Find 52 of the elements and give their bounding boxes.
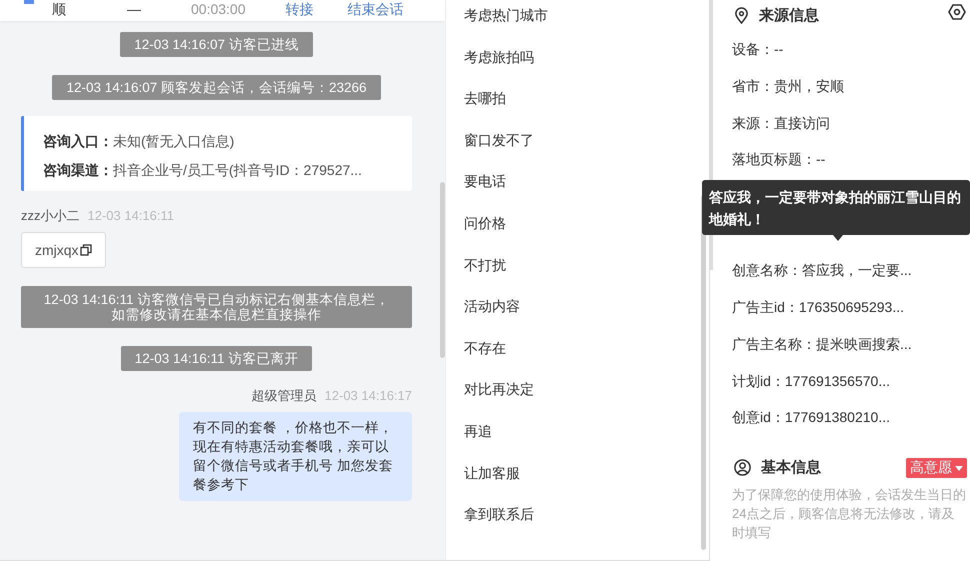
message-time: 12-03 14:16:11 <box>88 208 174 223</box>
caret-icon <box>955 466 963 471</box>
quick-reply-item[interactable]: 让加客服 <box>464 462 709 504</box>
quick-reply-item[interactable]: 活动内容 <box>464 296 709 338</box>
header-action-link[interactable]: 结束会话 <box>348 0 404 19</box>
info-value: 未知(暂无入口信息) <box>113 133 234 149</box>
agent-name: 顺 <box>52 0 66 19</box>
quick-reply-item[interactable]: 不打扰 <box>464 254 709 296</box>
source-info-row-text: 广告主名称：提米映画搜索... <box>732 334 913 354</box>
status-text: — <box>127 0 141 19</box>
quick-reply-item[interactable]: 考虑热门城市 <box>464 5 709 47</box>
message-time: 12-03 14:16:17 <box>324 388 412 403</box>
quick-reply-item[interactable]: 考虑旅拍吗 <box>464 46 709 88</box>
source-info-row-text: 设备：-- <box>732 40 784 59</box>
source-info-row-text: 创意名称：答应我，一定要... <box>732 261 913 280</box>
header-action-link[interactable]: 转接 <box>286 0 314 19</box>
scrollbar-thumb[interactable] <box>440 182 445 358</box>
notice-text: 为了保障您的使用体验，会话发生当日的24点之后，顾客信息将无法修改，请及时填写 <box>732 486 967 542</box>
quick-reply-item[interactable]: 去哪拍 <box>464 88 709 130</box>
info-value: 抖音企业号/员工号(抖音号ID：279527... <box>113 162 362 178</box>
quick-reply-item[interactable]: 对比再决定 <box>464 379 709 421</box>
system-message: 12-03 14:16:11 访客已离开 <box>120 346 312 371</box>
source-info-row-text: 省市：贵州，安顺 <box>732 76 845 96</box>
intent-tag-dropdown[interactable]: 高意愿 <box>906 458 967 478</box>
settings-icon[interactable] <box>948 3 966 21</box>
source-info-row-text: 落地页标题：-- <box>732 150 826 170</box>
quick-reply-item[interactable]: 再追 <box>464 420 709 463</box>
quick-reply-item[interactable]: 窗口发不了 <box>464 130 709 172</box>
system-message: 12-03 14:16:07 顾客发起会话，会话编号：23266 <box>52 75 381 100</box>
tooltip-arrow-icon <box>833 235 843 242</box>
source-info-row-text: 广告主id：176350695293... <box>732 298 905 317</box>
quick-reply-item[interactable]: 不存在 <box>464 338 709 380</box>
system-message: 12-03 14:16:11 访客微信号已自动标记右侧基本信息栏，如需修改请在基本信息栏直接操作 <box>21 286 412 328</box>
source-info-row-text: 计划id：177691356570... <box>732 372 891 391</box>
location-pin-icon <box>734 7 749 24</box>
quick-reply-item[interactable]: 拿到联系后 <box>464 504 709 546</box>
tooltip: 答应我，一定要带对象拍的丽江雪山目的地婚礼！ <box>702 180 970 236</box>
sender-name: zzz小小二 <box>21 208 80 223</box>
source-info-row-text: 创意id：177691380210... <box>732 408 891 428</box>
section-title: 基本信息 <box>761 458 821 477</box>
session-duration: 00:03:00 <box>191 0 246 19</box>
system-message: 12-03 14:16:07 访客已进线 <box>120 32 313 57</box>
info-label: 咨询渠道： <box>43 162 113 178</box>
copy-icon[interactable] <box>80 244 92 256</box>
source-info-row-text: 来源：直接访问 <box>732 114 831 133</box>
scrollbar-thumb[interactable] <box>701 195 706 550</box>
info-label: 咨询入口： <box>43 133 113 149</box>
agent-message: 有不同的套餐 ，价格也不一样，现在有特惠活动套餐哦，亲可以留个微信号或者手机号 加您发套餐参考下 <box>179 412 412 501</box>
section-title: 来源信息 <box>759 6 819 25</box>
user-circle-icon <box>734 458 751 476</box>
message-text: zmjxqx <box>35 242 79 258</box>
sender-name: 超级管理员 <box>252 388 317 403</box>
